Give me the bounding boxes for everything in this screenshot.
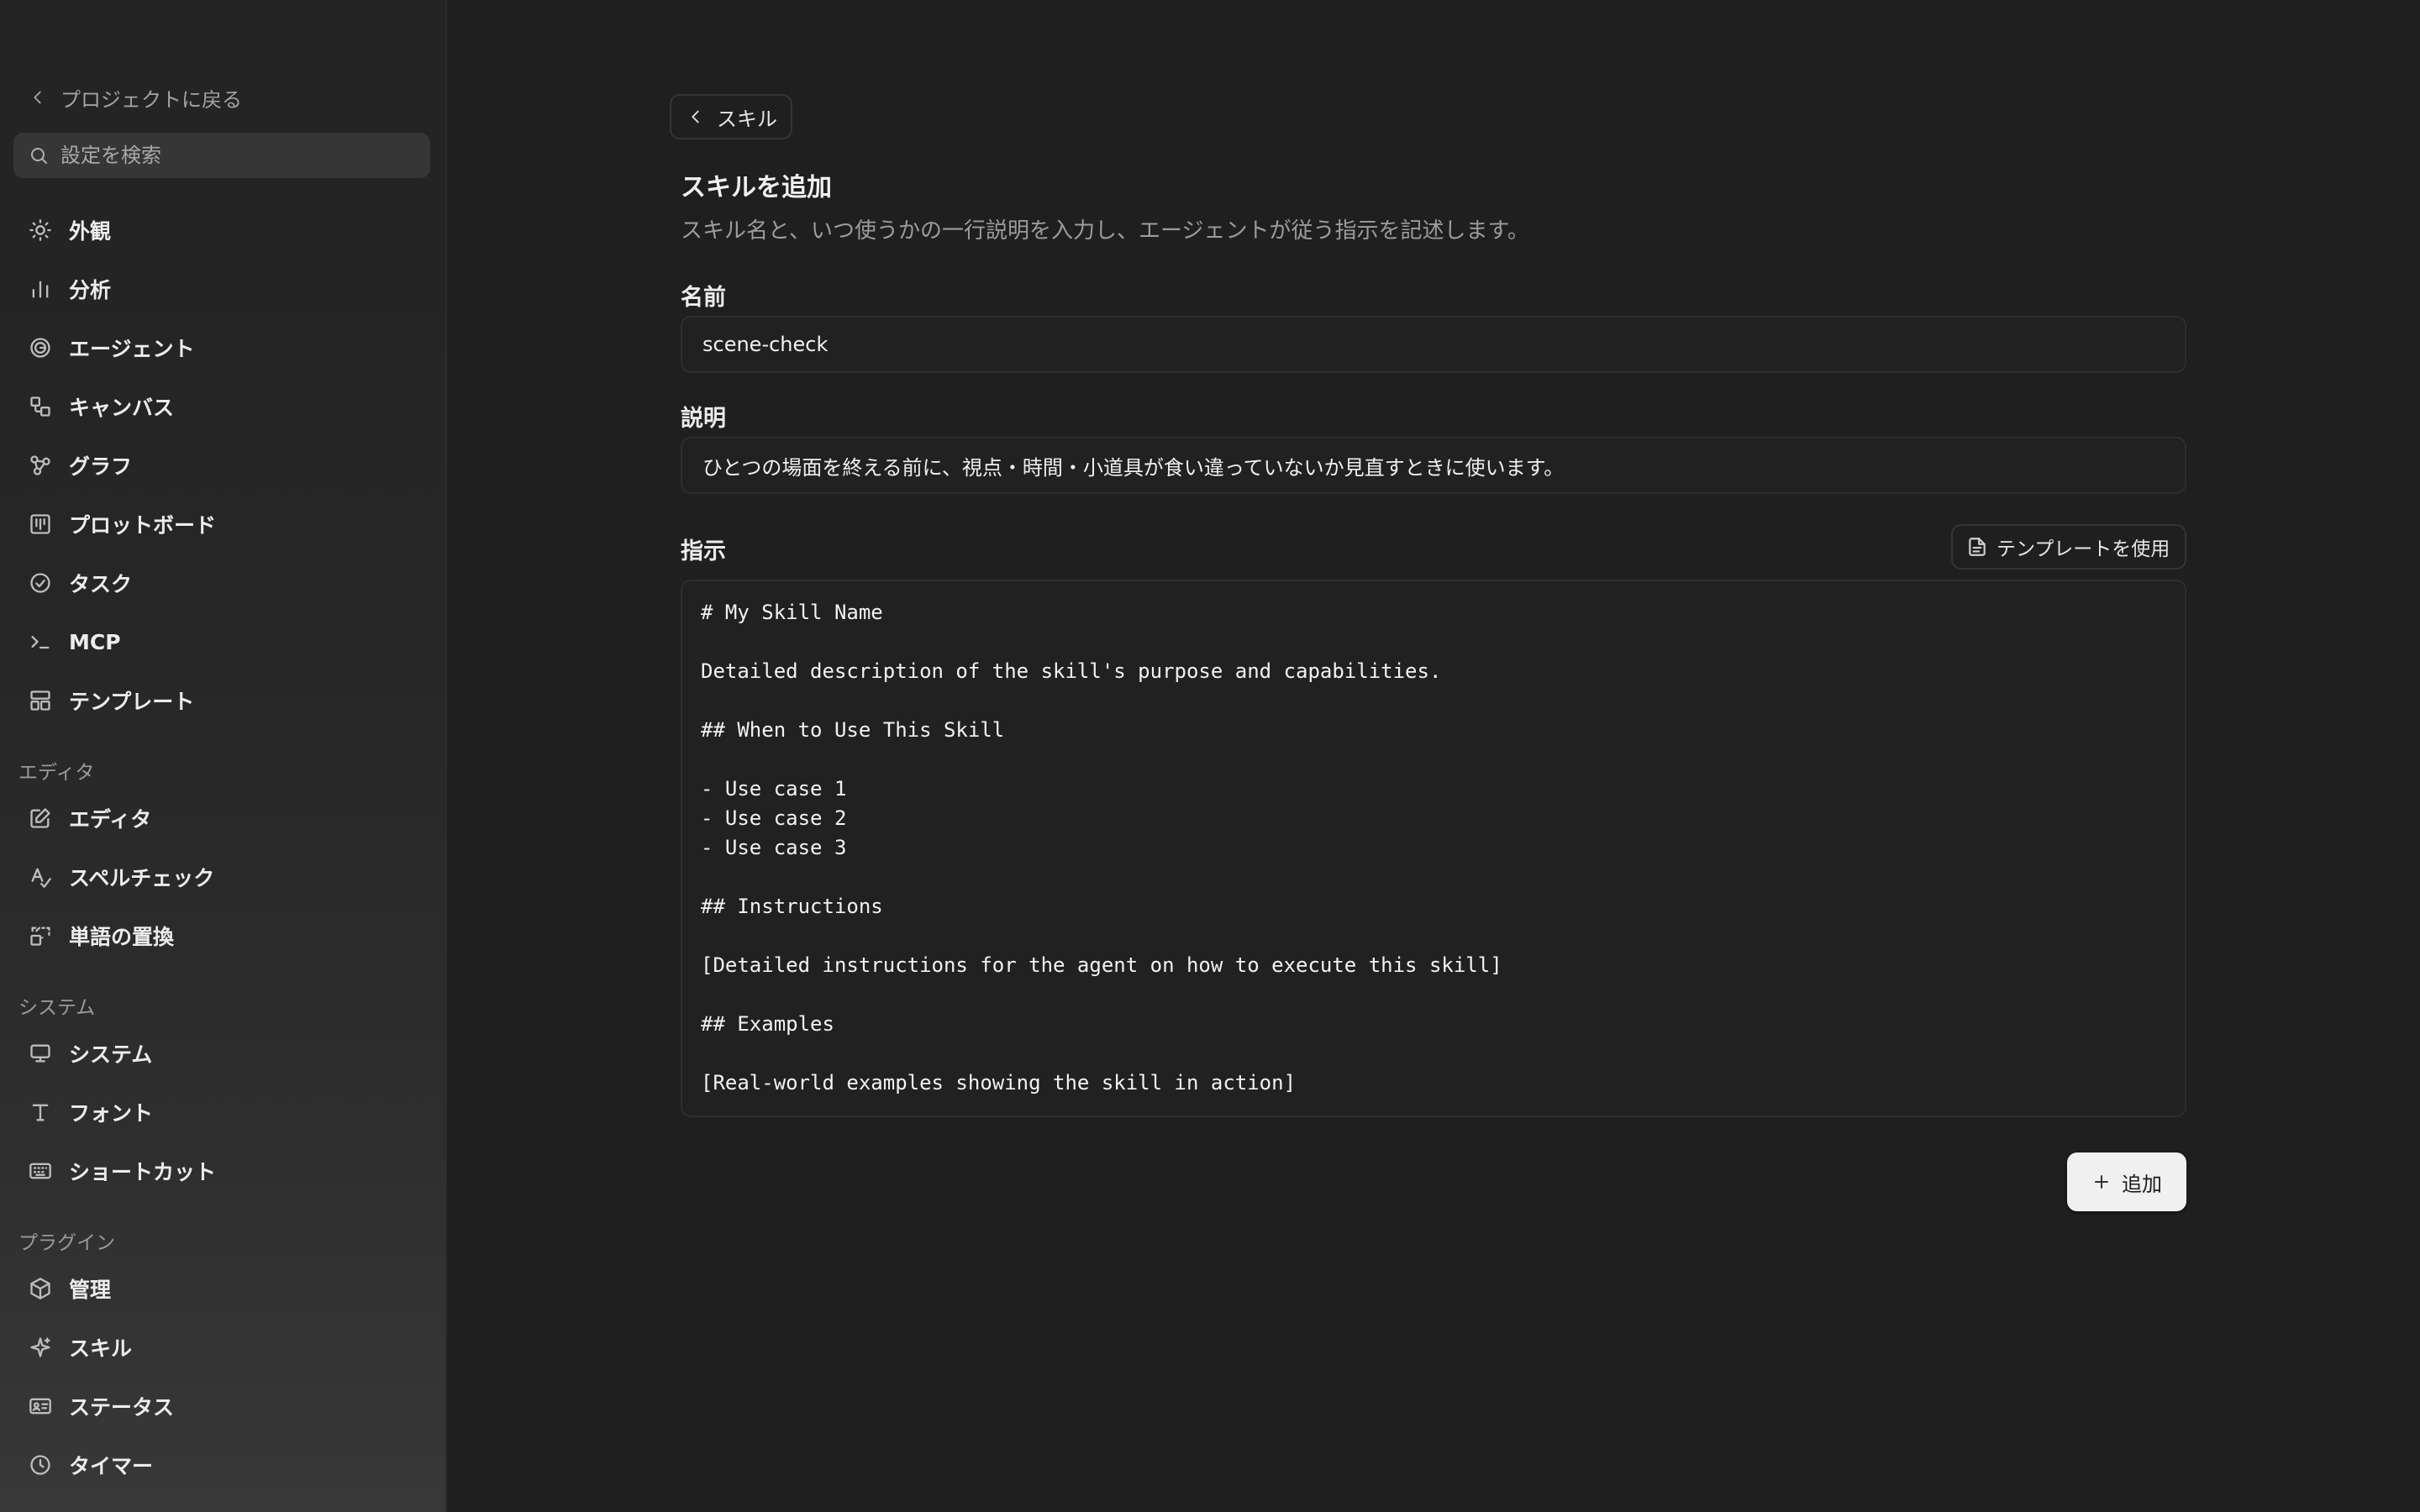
sidebar-item-label: スキル [69, 1336, 133, 1361]
package-icon [27, 1275, 54, 1302]
sidebar-item-label: システム [69, 1042, 153, 1067]
spellcheck-icon [27, 864, 54, 890]
section-label-editor: エディタ [18, 762, 95, 784]
name-field[interactable] [681, 316, 2186, 373]
add-skill-button[interactable]: 追加 [2067, 1152, 2186, 1211]
layout-icon [27, 687, 54, 714]
check-circle-icon [27, 570, 54, 596]
sidebar-item-label: グラフ [69, 454, 133, 479]
graph-icon [27, 452, 54, 479]
instructions-editor[interactable]: # My Skill Name Detailed description of … [681, 580, 2186, 1117]
sidebar-item-spellcheck[interactable]: スペルチェック [13, 853, 430, 900]
id-card-icon [27, 1393, 54, 1420]
breadcrumb-label: スキル [717, 107, 777, 131]
sidebar-item-templates[interactable]: テンプレート [13, 677, 430, 724]
sidebar-item-label: キャンバス [69, 396, 175, 420]
back-link-label: プロジェクトに戻る [60, 87, 242, 112]
description-field[interactable] [681, 437, 2186, 494]
terminal-icon [27, 628, 54, 655]
edit-icon [27, 805, 54, 832]
sparkle-icon [27, 1334, 54, 1361]
settings-search[interactable] [13, 133, 430, 178]
sidebar-item-fonts[interactable]: フォント [13, 1089, 430, 1136]
sidebar-item-status[interactable]: ステータス [13, 1383, 430, 1430]
sidebar-item-label: タイマー [69, 1454, 154, 1478]
sidebar-item-label: エディタ [69, 807, 152, 832]
back-to-project-link[interactable]: プロジェクトに戻る [29, 81, 242, 114]
sidebar-item-word-replace[interactable]: 単語の置換 [13, 912, 430, 959]
name-input[interactable] [701, 332, 2185, 357]
settings-sidebar: プロジェクトに戻る 外観 分析 エージェント キャンバス グラフ プロットボード… [0, 0, 447, 1512]
sidebar-item-mcp[interactable]: MCP [13, 618, 430, 665]
sidebar-item-label: 外観 [69, 219, 112, 244]
sun-icon [27, 217, 54, 244]
instructions-label: 指示 [681, 538, 726, 564]
instructions-textarea[interactable]: # My Skill Name Detailed description of … [701, 598, 2166, 1099]
replace-icon [27, 922, 54, 949]
sidebar-item-label: フォント [69, 1101, 154, 1126]
sidebar-item-label: スペルチェック [69, 866, 215, 890]
description-input[interactable] [701, 453, 2185, 478]
sidebar-item-label: テンプレート [69, 690, 195, 714]
sidebar-item-timer[interactable]: タイマー [13, 1441, 430, 1488]
sidebar-item-tasks[interactable]: タスク [13, 559, 430, 606]
sidebar-item-label: プロットボード [69, 513, 217, 538]
sidebar-item-editor[interactable]: エディタ [13, 795, 430, 842]
use-template-label: テンプレートを使用 [1996, 538, 2170, 560]
sidebar-item-label: 分析 [69, 278, 112, 302]
keyboard-icon [27, 1158, 54, 1184]
clock-icon [27, 1452, 54, 1478]
breadcrumb-back-skills[interactable]: スキル [670, 94, 792, 139]
file-text-icon [1969, 538, 1986, 556]
page-subtitle: スキル名と、いつ使うかの一行説明を入力し、エージェントが従う指示を記述します。 [681, 218, 1529, 244]
sidebar-item-agent[interactable]: エージェント [13, 324, 430, 371]
sidebar-item-system[interactable]: システム [13, 1030, 430, 1077]
name-label: 名前 [681, 285, 726, 311]
sidebar-item-label: エージェント [69, 337, 195, 361]
kanban-icon [27, 511, 54, 538]
add-button-label: 追加 [2122, 1172, 2162, 1196]
chevron-left-icon [34, 91, 41, 104]
spiral-icon [27, 334, 54, 361]
sidebar-item-label: タスク [69, 572, 133, 596]
chevron-left-icon [692, 110, 699, 123]
sidebar-item-canvas[interactable]: キャンバス [13, 383, 430, 430]
bar-chart-icon [27, 276, 54, 302]
section-label-system: システム [18, 997, 96, 1019]
sidebar-item-graph[interactable]: グラフ [13, 442, 430, 489]
sidebar-item-label: 管理 [69, 1278, 112, 1302]
search-icon [31, 148, 47, 164]
sidebar-item-skills[interactable]: スキル [13, 1324, 430, 1371]
sidebar-item-analytics[interactable]: 分析 [13, 265, 430, 312]
sidebar-item-label: MCP [69, 629, 121, 654]
canvas-icon [27, 393, 54, 420]
section-label-plugins: プラグイン [18, 1232, 115, 1254]
description-label: 説明 [681, 406, 726, 432]
sidebar-item-appearance[interactable]: 外観 [13, 207, 430, 254]
sidebar-item-label: ステータス [69, 1395, 175, 1420]
plus-icon [2095, 1175, 2108, 1189]
sidebar-item-shortcuts[interactable]: ショートカット [13, 1147, 430, 1194]
monitor-icon [27, 1040, 54, 1067]
sidebar-item-plotboard[interactable]: プロットボード [13, 501, 430, 548]
use-template-button[interactable]: テンプレートを使用 [1951, 524, 2186, 570]
type-icon [27, 1099, 54, 1126]
sidebar-item-manage[interactable]: 管理 [13, 1265, 430, 1312]
sidebar-item-label: ショートカット [69, 1160, 217, 1184]
page-title: スキルを追加 [681, 173, 832, 202]
search-input[interactable] [59, 143, 415, 168]
sidebar-item-label: 単語の置換 [69, 925, 175, 949]
